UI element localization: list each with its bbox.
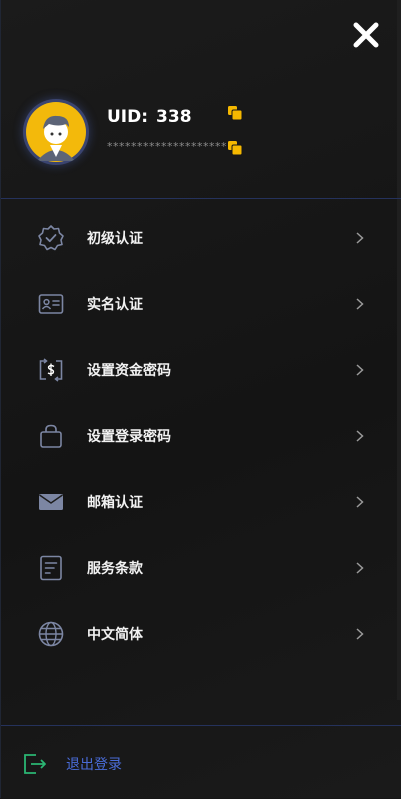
copy-icon xyxy=(228,141,243,156)
avatar[interactable] xyxy=(23,99,89,165)
copy-icon xyxy=(228,106,243,121)
menu-item-fund-password[interactable]: 设置资金密码 xyxy=(1,337,401,403)
chevron-right-icon xyxy=(356,364,364,376)
money-transfer-icon xyxy=(39,358,63,382)
copy-account-button[interactable] xyxy=(227,140,243,156)
menu-label: 服务条款 xyxy=(87,561,143,577)
chevron-right-icon xyxy=(356,496,364,508)
menu-label: 实名认证 xyxy=(87,297,143,313)
menu-item-login-password[interactable]: 设置登录密码 xyxy=(1,403,401,469)
lock-bag-icon xyxy=(40,424,62,448)
menu-label: 初级认证 xyxy=(87,231,143,247)
masked-account: ******************** xyxy=(107,140,227,153)
uid-value: 338 xyxy=(156,107,192,127)
logout-icon[interactable] xyxy=(23,753,47,775)
chevron-right-icon xyxy=(356,628,364,640)
menu-item-real-name-verification[interactable]: 实名认证 xyxy=(1,271,401,337)
chevron-right-icon xyxy=(356,430,364,442)
copy-uid-button[interactable] xyxy=(227,105,243,121)
logout-button[interactable]: 退出登录 xyxy=(66,754,122,774)
menu-label: 设置资金密码 xyxy=(87,363,171,379)
menu-label: 邮箱认证 xyxy=(87,495,143,511)
menu-list: 初级认证 实名认证 设置资金密码 设置登录密码 邮箱认证 服务条款 中文简体 xyxy=(1,205,401,667)
avatar-image xyxy=(26,102,86,162)
document-icon xyxy=(40,555,62,581)
chevron-right-icon xyxy=(356,298,364,310)
menu-item-email-verification[interactable]: 邮箱认证 xyxy=(1,469,401,535)
chevron-right-icon xyxy=(356,232,364,244)
footer: 退出登录 xyxy=(1,725,401,799)
close-button[interactable] xyxy=(350,19,382,51)
id-card-icon xyxy=(38,294,64,314)
user-header: UID: 338 ******************** xyxy=(1,90,401,199)
menu-item-terms-of-service[interactable]: 服务条款 xyxy=(1,535,401,601)
globe-icon xyxy=(38,621,64,647)
close-icon xyxy=(353,22,379,48)
menu-label: 中文简体 xyxy=(87,627,143,643)
uid-label: UID: xyxy=(107,107,149,127)
menu-item-basic-verification[interactable]: 初级认证 xyxy=(1,205,401,271)
mail-icon xyxy=(39,494,63,510)
verified-badge-icon xyxy=(38,225,64,251)
menu-item-language[interactable]: 中文简体 xyxy=(1,601,401,667)
chevron-right-icon xyxy=(356,562,364,574)
menu-label: 设置登录密码 xyxy=(87,429,171,445)
uid-row: UID: 338 xyxy=(107,106,192,128)
side-menu-panel: UID: 338 ******************** 初级认证 实名认证 … xyxy=(0,0,401,798)
